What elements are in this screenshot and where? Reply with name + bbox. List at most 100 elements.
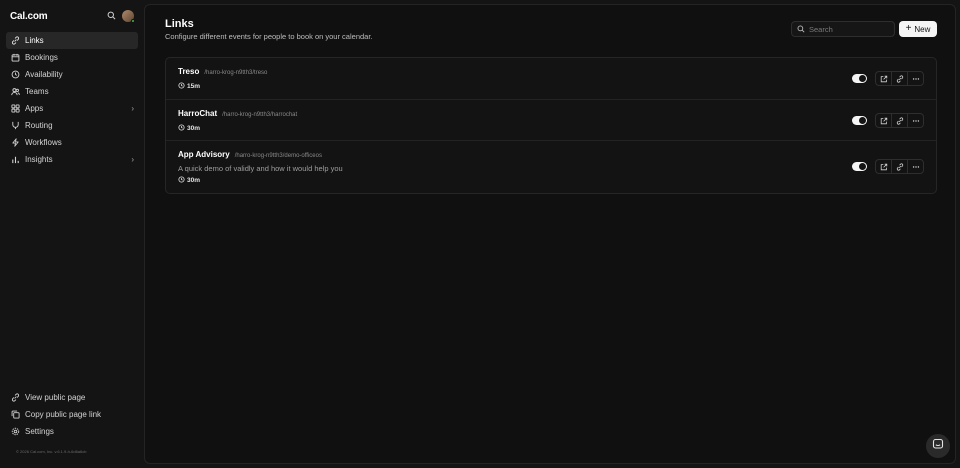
sidebar-item-label: Apps xyxy=(25,104,44,113)
event-name[interactable]: HarroChat xyxy=(178,109,217,118)
event-actions xyxy=(875,71,924,86)
event-title: App Advisory /harro-krog-n9tth3/demo-off… xyxy=(178,150,322,159)
support-chat-button[interactable] xyxy=(926,434,950,458)
sidebar-item-bookings[interactable]: Bookings xyxy=(6,49,138,66)
copy-link-icon xyxy=(10,410,20,420)
event-enabled-toggle[interactable] xyxy=(852,116,867,125)
sidebar-footer: © 2026 Cal.com, Inc. v.6.1.9-h-6d6a6cb xyxy=(16,449,87,454)
users-icon xyxy=(10,87,20,97)
brand-logo[interactable]: Cal.com xyxy=(10,11,48,22)
event-slug: /harro-krog-n9tth3/harrochat xyxy=(222,112,298,118)
page-title: Links xyxy=(165,18,194,30)
link-icon xyxy=(896,158,904,176)
copy-link-button[interactable] xyxy=(892,72,908,85)
more-options-button[interactable] xyxy=(908,114,923,127)
sidebar-bottom: View public page Copy public page link S… xyxy=(6,389,138,440)
sidebar-header: Cal.com xyxy=(6,8,138,24)
sidebar-item-label: Bookings xyxy=(25,53,58,62)
sidebar-item-label: Links xyxy=(25,36,44,45)
duration-label: 30m xyxy=(187,125,201,132)
sidebar: Cal.com Links Bookings Availability Team… xyxy=(0,0,144,468)
copy-link-button[interactable] xyxy=(892,160,908,173)
new-button-label: New xyxy=(914,24,931,34)
sidebar-item-routing[interactable]: Routing xyxy=(6,117,138,134)
event-actions xyxy=(875,159,924,174)
link-icon xyxy=(896,70,904,88)
event-enabled-toggle[interactable] xyxy=(852,162,867,171)
clock-icon xyxy=(10,70,20,80)
calendar-icon xyxy=(10,53,20,63)
sidebar-item-label: Teams xyxy=(25,87,49,96)
plus-icon: + xyxy=(905,23,912,34)
event-row[interactable]: HarroChat /harro-krog-n9tth3/harrochat 3… xyxy=(166,100,936,141)
chat-icon xyxy=(932,437,944,455)
sidebar-item-label: Availability xyxy=(25,70,63,79)
event-slug: /harro-krog-n9tth3/treso xyxy=(204,70,268,76)
event-title: Treso /harro-krog-n9tth3/treso xyxy=(178,67,267,76)
preview-button[interactable] xyxy=(876,72,892,85)
chart-icon xyxy=(10,155,20,165)
main-panel: Links Configure different events for peo… xyxy=(144,4,956,464)
event-row[interactable]: App Advisory /harro-krog-n9tth3/demo-off… xyxy=(166,141,936,193)
chevron-right-icon: › xyxy=(131,155,134,164)
split-icon xyxy=(10,121,20,131)
sidebar-item-apps[interactable]: Apps › xyxy=(6,100,138,117)
duration-label: 30m xyxy=(187,177,201,184)
more-horizontal-icon xyxy=(912,158,920,176)
search-icon[interactable] xyxy=(107,7,116,25)
link-icon xyxy=(896,112,904,130)
event-enabled-toggle[interactable] xyxy=(852,74,867,83)
sidebar-item-insights[interactable]: Insights › xyxy=(6,151,138,168)
sidebar-item-label: View public page xyxy=(25,393,86,402)
more-options-button[interactable] xyxy=(908,160,923,173)
toggle-knob xyxy=(859,75,866,82)
event-name[interactable]: Treso xyxy=(178,67,199,76)
new-event-button[interactable]: + New xyxy=(899,21,937,37)
event-row[interactable]: Treso /harro-krog-n9tth3/treso 15m xyxy=(166,58,936,100)
copy-link-button[interactable] xyxy=(892,114,908,127)
more-horizontal-icon xyxy=(912,112,920,130)
chevron-right-icon: › xyxy=(131,104,134,113)
toggle-knob xyxy=(859,163,866,170)
sidebar-item-label: Settings xyxy=(25,427,54,436)
sidebar-item-label: Insights xyxy=(25,155,53,164)
search-box[interactable] xyxy=(791,21,895,37)
clock-icon xyxy=(178,176,185,185)
grid-icon xyxy=(10,104,20,114)
avatar[interactable] xyxy=(122,10,135,23)
event-types-list: Treso /harro-krog-n9tth3/treso 15m Harro… xyxy=(165,57,937,194)
sidebar-item-availability[interactable]: Availability xyxy=(6,66,138,83)
duration-badge: 15m xyxy=(178,82,200,91)
search-icon xyxy=(797,25,805,33)
online-status-dot xyxy=(131,19,135,23)
sidebar-item-label: Workflows xyxy=(25,138,62,147)
sidebar-item-label: Routing xyxy=(25,121,53,130)
preview-button[interactable] xyxy=(876,160,892,173)
sidebar-item-teams[interactable]: Teams xyxy=(6,83,138,100)
event-name[interactable]: App Advisory xyxy=(178,150,230,159)
external-link-icon xyxy=(10,393,20,403)
view-public-page-link[interactable]: View public page xyxy=(6,389,138,406)
toggle-knob xyxy=(859,117,866,124)
more-options-button[interactable] xyxy=(908,72,923,85)
duration-label: 15m xyxy=(187,83,201,90)
event-actions xyxy=(875,113,924,128)
search-input[interactable] xyxy=(809,24,889,34)
sidebar-nav: Links Bookings Availability Teams Apps ›… xyxy=(6,32,138,168)
sidebar-item-links[interactable]: Links xyxy=(6,32,138,49)
clock-icon xyxy=(178,82,185,91)
preview-button[interactable] xyxy=(876,114,892,127)
duration-badge: 30m xyxy=(178,176,200,185)
duration-badge: 30m xyxy=(178,124,200,133)
app-root: Cal.com Links Bookings Availability Team… xyxy=(0,0,960,468)
external-link-icon xyxy=(880,112,888,130)
link-icon xyxy=(10,36,20,46)
page-subtitle: Configure different events for people to… xyxy=(165,32,373,41)
clock-icon xyxy=(178,124,185,133)
sidebar-item-label: Copy public page link xyxy=(25,410,102,419)
gear-icon xyxy=(10,427,20,437)
copy-public-page-link[interactable]: Copy public page link xyxy=(6,406,138,423)
sidebar-item-workflows[interactable]: Workflows xyxy=(6,134,138,151)
event-title: HarroChat /harro-krog-n9tth3/harrochat xyxy=(178,109,297,118)
sidebar-item-settings[interactable]: Settings xyxy=(6,423,138,440)
